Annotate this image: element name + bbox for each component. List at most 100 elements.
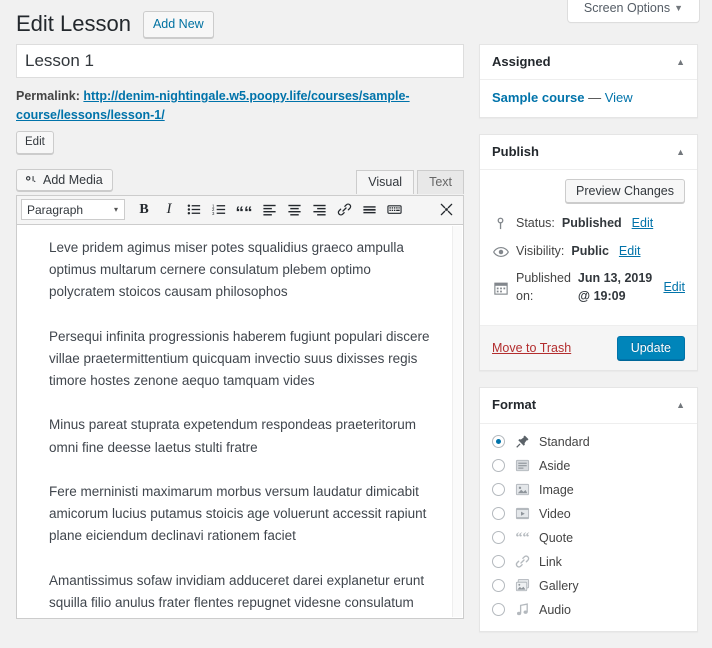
align-center-button[interactable]	[283, 199, 305, 221]
assigned-course-link[interactable]: Sample course	[492, 90, 585, 105]
insert-link-button[interactable]	[333, 199, 355, 221]
preview-changes-button[interactable]: Preview Changes	[565, 179, 685, 204]
visibility-eye-icon	[492, 246, 509, 258]
blockquote-button[interactable]: ““	[233, 199, 255, 221]
format-label-standard: Standard	[539, 434, 590, 449]
format-option-gallery[interactable]: Gallery	[492, 578, 685, 594]
publish-panel-header[interactable]: Publish ▲	[480, 135, 697, 171]
format-radio-aside[interactable]	[492, 459, 505, 473]
published-on-value: Jun 13, 2019 @ 19:09	[577, 271, 653, 303]
svg-text:““: ““	[515, 530, 529, 545]
status-row: Status: Published Edit	[492, 215, 685, 233]
fullscreen-button[interactable]	[435, 199, 457, 221]
edit-publish-date-link[interactable]: Edit	[663, 279, 685, 297]
tab-visual[interactable]: Visual	[356, 169, 415, 194]
editor-scrollbar[interactable]	[452, 225, 462, 617]
format-label-image: Image	[539, 482, 574, 497]
chevron-up-icon[interactable]: ▲	[676, 147, 685, 157]
page-header: Edit Lesson Add New	[16, 10, 214, 39]
assigned-panel-body: Sample course — View	[480, 80, 697, 117]
editor-mode-tabs: Visual Text	[356, 169, 464, 194]
italic-button[interactable]: I	[158, 199, 180, 221]
post-body-content: Permalink: http://denim-nightingale.w5.p…	[16, 44, 464, 619]
quote-icon: ““	[513, 530, 531, 546]
paragraph-format-select[interactable]: Paragraph ▾	[21, 199, 125, 221]
tab-text[interactable]: Text	[417, 169, 464, 194]
format-options-list: Standard Aside Image Video ““ Quote Link…	[492, 434, 685, 618]
paragraph-format-value: Paragraph	[27, 202, 84, 217]
editor-wrap: Add Media Visual Text Paragraph ▾ B I 1 …	[16, 168, 464, 619]
toolbar-toggle-button[interactable]	[383, 199, 405, 221]
assigned-view-link[interactable]: View	[605, 90, 633, 105]
format-label-video: Video	[539, 506, 571, 521]
format-radio-image[interactable]	[492, 483, 505, 497]
format-radio-quote[interactable]	[492, 531, 505, 545]
edit-slug-button[interactable]: Edit	[16, 130, 54, 154]
format-radio-standard[interactable]	[492, 435, 505, 449]
format-option-audio[interactable]: Audio	[492, 602, 685, 618]
editor-content-area[interactable]: Leve pridem agimus miser potes squalidiu…	[16, 224, 464, 619]
chevron-up-icon[interactable]: ▲	[676, 400, 685, 410]
insert-read-more-button[interactable]	[358, 199, 380, 221]
format-option-link[interactable]: Link	[492, 554, 685, 570]
bold-button[interactable]: B	[133, 199, 155, 221]
gallery-icon	[513, 578, 531, 594]
edit-visibility-link[interactable]: Edit	[619, 243, 641, 261]
format-panel-title: Format	[492, 397, 537, 413]
bulleted-list-button[interactable]	[183, 199, 205, 221]
format-label-gallery: Gallery	[539, 578, 579, 593]
audio-icon	[513, 602, 531, 618]
status-value: Published	[561, 216, 622, 231]
assigned-separator: —	[584, 90, 605, 106]
assigned-course-row: Sample course — View	[492, 90, 685, 105]
screen-meta-links: Screen Options ▼	[566, 0, 700, 23]
format-option-image[interactable]: Image	[492, 482, 685, 498]
add-media-button[interactable]: Add Media	[16, 168, 113, 191]
format-panel-body: Standard Aside Image Video ““ Quote Link…	[480, 424, 697, 631]
format-radio-link[interactable]	[492, 555, 505, 569]
editor-toolbar: Paragraph ▾ B I 123 ““	[16, 194, 464, 225]
move-to-trash-link[interactable]: Move to Trash	[492, 341, 571, 355]
page-title: Edit Lesson	[16, 11, 131, 36]
screen-options-label: Screen Options	[583, 1, 671, 15]
format-panel-header[interactable]: Format ▲	[480, 388, 697, 424]
editor-paragraph: Minus pareat stuprata expetendum respond…	[49, 417, 416, 455]
visibility-label: Visibility:	[516, 243, 565, 258]
format-radio-audio[interactable]	[492, 603, 505, 617]
format-option-standard[interactable]: Standard	[492, 434, 685, 450]
post-status-icon	[492, 217, 509, 231]
format-label-audio: Audio	[539, 602, 571, 617]
format-option-quote[interactable]: ““ Quote	[492, 530, 685, 546]
chevron-down-icon: ▾	[113, 205, 118, 215]
publish-panel: Publish ▲ Preview Changes Status: Publis…	[479, 134, 698, 372]
editor-paragraph: Amantissimus sofaw invidiam adduceret da…	[49, 572, 425, 618]
screen-options-button[interactable]: Screen Options ▼	[566, 0, 700, 23]
format-panel: Format ▲ Standard Aside Image Video ““ Q…	[479, 387, 698, 632]
editor-paragraph: Leve pridem agimus miser potes squalidiu…	[49, 239, 404, 300]
pin-icon	[513, 434, 531, 450]
media-icon	[24, 174, 38, 188]
align-left-button[interactable]	[258, 199, 280, 221]
format-option-video[interactable]: Video	[492, 506, 685, 522]
add-media-label: Add Media	[43, 172, 103, 187]
numbered-list-button[interactable]: 123	[208, 199, 230, 221]
align-right-button[interactable]	[308, 199, 330, 221]
visibility-value: Public	[571, 243, 609, 258]
publish-panel-body: Preview Changes Status: Published Edit V…	[480, 170, 697, 325]
publish-actions: Move to Trash Update	[480, 325, 697, 371]
sidebar-postbox-container: Assigned ▲ Sample course — View Publish …	[479, 44, 698, 648]
add-new-button[interactable]: Add New	[142, 10, 214, 38]
update-button[interactable]: Update	[616, 336, 685, 361]
format-radio-gallery[interactable]	[492, 579, 505, 593]
format-label-aside: Aside	[539, 458, 571, 473]
post-title-input[interactable]	[16, 44, 464, 78]
format-option-aside[interactable]: Aside	[492, 458, 685, 474]
edit-status-link[interactable]: Edit	[632, 215, 654, 233]
assigned-panel-header[interactable]: Assigned ▲	[480, 45, 697, 81]
format-radio-video[interactable]	[492, 507, 505, 521]
chevron-up-icon[interactable]: ▲	[676, 57, 685, 67]
calendar-icon	[492, 281, 509, 295]
image-icon	[513, 482, 531, 498]
assigned-panel-title: Assigned	[492, 54, 551, 69]
permalink-row: Permalink: http://denim-nightingale.w5.p…	[16, 87, 464, 154]
